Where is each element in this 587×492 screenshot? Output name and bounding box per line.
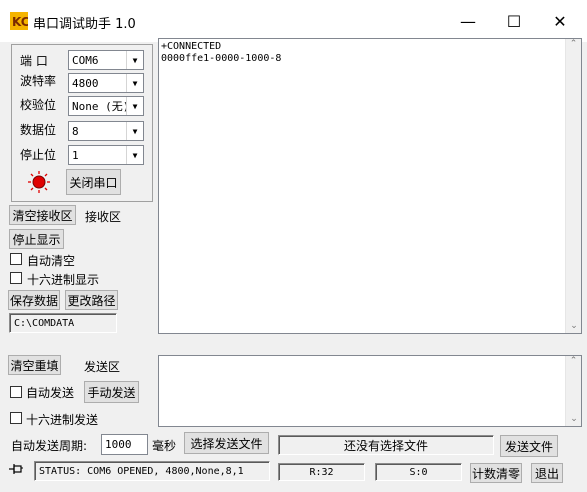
stopbits-label: 停止位 [20,148,57,162]
exit-button[interactable]: 退出 [531,463,563,483]
receive-line-2: 0000ffe1-0000-1000-8 [161,53,282,64]
clear-send-button[interactable]: 清空重填 [8,355,61,375]
port-status-indicator-icon [28,171,50,193]
chevron-down-icon[interactable]: ▼ [126,97,143,115]
period-input[interactable]: 1000 [101,434,148,455]
parity-select-value: None (无) [72,100,126,113]
change-path-button[interactable]: 更改路径 [65,290,118,310]
databits-label: 数据位 [20,123,57,137]
chevron-down-icon[interactable]: ▼ [126,122,143,140]
receive-textarea[interactable]: +CONNECTED 0000ffe1-0000-1000-8 [158,38,582,334]
window-title: 串口调试助手 1.0 [33,17,136,32]
minimize-button[interactable]: — [445,0,491,42]
parity-select[interactable]: None (无) ▼ [68,96,144,116]
stopbits-select[interactable]: 1 ▼ [68,145,144,165]
app-logo-icon: KC [10,12,28,30]
rx-count-display: R:32 [278,463,365,481]
parity-label: 校验位 [20,98,57,112]
period-label: 自动发送周期: [11,439,88,453]
hex-display-label: 十六进制显示 [27,273,100,287]
chevron-down-icon[interactable]: ▼ [126,146,143,164]
tx-count-display: S:0 [375,463,462,481]
reset-count-button[interactable]: 计数清零 [470,463,522,483]
auto-clear-label: 自动清空 [27,254,76,268]
port-select[interactable]: COM6 ▼ [68,50,144,70]
chevron-down-icon[interactable]: ▼ [126,51,143,69]
auto-send-checkbox[interactable] [10,386,22,398]
send-scrollbar[interactable]: ⌃ ⌄ [565,356,581,426]
auto-send-label: 自动发送 [26,386,75,400]
port-select-value: COM6 [72,53,99,67]
scroll-up-icon[interactable]: ⌃ [566,39,581,49]
send-area-label: 发送区 [84,360,121,374]
databits-select[interactable]: 8 ▼ [68,121,144,141]
port-label: 端 口 [20,54,48,68]
send-textarea[interactable] [158,355,582,427]
auto-clear-checkbox[interactable] [10,253,22,265]
close-port-button[interactable]: 关闭串口 [66,169,121,195]
hex-display-checkbox[interactable] [10,272,22,284]
choose-file-button[interactable]: 选择发送文件 [184,432,269,454]
baud-label: 波特率 [20,74,57,88]
manual-send-button[interactable]: 手动发送 [84,381,139,403]
chevron-down-icon[interactable]: ▼ [126,74,143,92]
scroll-down-icon[interactable]: ⌄ [566,321,582,331]
send-file-button[interactable]: 发送文件 [500,435,558,457]
receive-area-label: 接收区 [85,210,122,224]
close-button[interactable]: ✕ [537,0,583,42]
hex-send-label: 十六进制发送 [26,413,99,427]
baud-select-value: 4800 [72,76,99,90]
databits-select-value: 8 [72,124,79,138]
file-status-display: 还没有选择文件 [278,435,494,455]
save-data-button[interactable]: 保存数据 [8,290,60,310]
svg-text:KC: KC [12,15,28,29]
scroll-up-icon[interactable]: ⌃ [566,356,581,366]
stop-display-button[interactable]: 停止显示 [9,229,64,249]
period-unit-label: 毫秒 [152,439,177,453]
hex-send-checkbox[interactable] [10,412,22,424]
receive-line-1: +CONNECTED [161,41,222,52]
status-display: STATUS: COM6 OPENED, 4800,None,8,1 [34,461,270,481]
scroll-down-icon[interactable]: ⌄ [566,414,582,424]
maximize-button[interactable]: ☐ [491,0,537,42]
save-path-display: C:\COMDATA [9,313,117,333]
pin-icon[interactable] [8,463,24,475]
stopbits-select-value: 1 [72,148,79,162]
receive-scrollbar[interactable]: ⌃ ⌄ [565,39,581,333]
clear-receive-button[interactable]: 清空接收区 [9,205,76,225]
baud-select[interactable]: 4800 ▼ [68,73,144,93]
